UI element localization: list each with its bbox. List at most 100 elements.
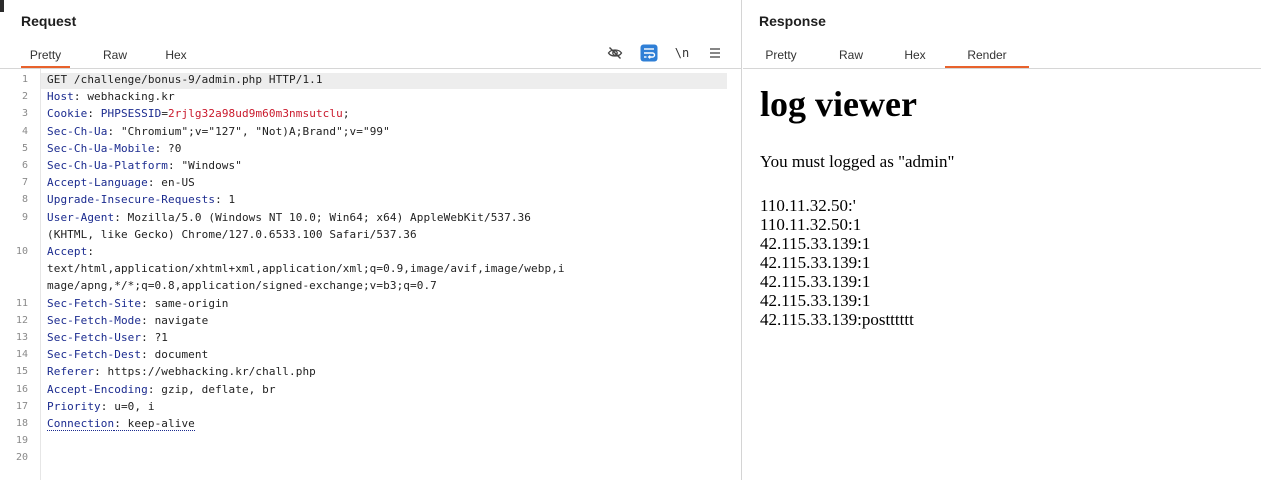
code-line: text/html,application/xhtml+xml,applicat… xyxy=(47,262,565,275)
code-text: : Mozilla/5.0 (Windows NT 10.0; Win64; x… xyxy=(114,210,532,224)
line-number: 19 xyxy=(15,435,28,447)
request-pane: Request Pretty Raw Hex \n 1 GET /challen… xyxy=(0,0,741,480)
code-line: Sec-Ch-Ua: "Chromium";v="127", "Not)A;Br… xyxy=(47,125,390,138)
code-line: Accept-Language: en-US xyxy=(47,176,195,189)
wrap-lines-icon[interactable] xyxy=(639,44,659,62)
log-entry: 42.115.33.139:1 xyxy=(760,253,871,272)
code-text: : xyxy=(87,245,95,258)
line-number: 6 xyxy=(21,160,28,171)
code-text: : navigate xyxy=(141,313,209,327)
line-number: 2 xyxy=(21,91,28,103)
line-number: 8 xyxy=(21,194,28,206)
code-text: GET /challenge/bonus-9/admin.php HTTP/1.… xyxy=(47,73,323,86)
code-text: : gzip, deflate, br xyxy=(147,382,276,396)
code-line: (KHTML, like Gecko) Chrome/127.0.6533.10… xyxy=(47,228,417,241)
request-tab-raw[interactable]: Raw xyxy=(93,46,137,68)
line-number: 3 xyxy=(21,108,28,120)
code-text: mage/apng,*/*;q=0.8,application/signed-e… xyxy=(47,279,437,293)
header-name: Sec-Fetch-Dest xyxy=(47,348,142,362)
newline-toggle-button[interactable]: \n xyxy=(673,44,691,62)
code-text: : https://webhacking.kr/chall.php xyxy=(94,365,316,379)
eye-slash-icon[interactable] xyxy=(606,44,624,62)
request-title: Request xyxy=(21,13,77,29)
line-number: 17 xyxy=(15,400,28,412)
response-tab-pretty[interactable]: Pretty xyxy=(758,46,804,68)
code-text: (KHTML, like Gecko) Chrome/127.0.6533.10… xyxy=(47,227,417,241)
code-line: GET /challenge/bonus-9/admin.php HTTP/1.… xyxy=(47,73,323,86)
request-tab-pretty[interactable]: Pretty xyxy=(21,46,70,68)
log-entry: 42.115.33.139:1 xyxy=(760,234,871,253)
code-text: : en-US xyxy=(147,176,195,190)
log-entry: 42.115.33.139:1 xyxy=(760,272,871,291)
code-line: Sec-Fetch-User: ?1 xyxy=(47,331,168,344)
line-number: 7 xyxy=(21,177,28,189)
render-heading: log viewer xyxy=(760,84,917,124)
log-entry: 110.11.32.50:1 xyxy=(760,215,862,234)
code-text: : same-origin xyxy=(141,296,229,310)
header-name: Accept-Encoding xyxy=(47,382,148,396)
header-name: Cookie xyxy=(47,107,88,121)
code-text: : ?1 xyxy=(141,331,169,344)
header-name: Sec-Ch-Ua-Platform xyxy=(47,159,169,172)
pane-divider[interactable] xyxy=(741,0,742,480)
cookie-value: 2rjlg32a98ud9m60m3nmsutclu xyxy=(168,107,343,121)
code-text: : 1 xyxy=(215,193,236,207)
header-name: PHPSESSID xyxy=(100,107,162,121)
code-line: Sec-Ch-Ua-Platform: "Windows" xyxy=(47,159,242,172)
response-tabs: Pretty Raw Hex Render xyxy=(743,44,1261,69)
response-title: Response xyxy=(759,13,826,29)
header-name: Sec-Fetch-Mode xyxy=(47,313,142,327)
line-number: 14 xyxy=(15,349,28,361)
code-text: : xyxy=(87,107,101,121)
line-number: 9 xyxy=(21,211,28,223)
log-entry: 42.115.33.139:1 xyxy=(760,291,871,310)
render-message: You must logged as "admin" xyxy=(760,152,955,171)
header-name: Host xyxy=(47,90,74,104)
log-entry: 42.115.33.139:postttttt xyxy=(760,310,914,329)
code-text: : "Windows" xyxy=(168,159,242,172)
line-number: 16 xyxy=(15,383,28,395)
hamburger-menu-icon[interactable] xyxy=(706,44,724,62)
code-line: Cookie: PHPSESSID=2rjlg32a98ud9m60m3nmsu… xyxy=(47,107,350,120)
code-line: Sec-Fetch-Mode: navigate xyxy=(47,314,208,327)
code-line: mage/apng,*/*;q=0.8,application/signed-e… xyxy=(47,279,437,292)
response-tab-hex[interactable]: Hex xyxy=(893,46,937,68)
response-pane: Response Pretty Raw Hex Render log viewe… xyxy=(743,0,1261,480)
response-tab-render[interactable]: Render xyxy=(945,46,1029,68)
code-text: : u=0, i xyxy=(100,399,155,413)
header-name: Accept xyxy=(47,245,88,258)
header-name: Sec-Ch-Ua xyxy=(47,124,108,138)
render-log-list: 110.11.32.50:' 110.11.32.50:1 42.115.33.… xyxy=(760,196,914,329)
line-number: 13 xyxy=(15,332,28,343)
line-number: 12 xyxy=(15,314,28,326)
request-tab-hex[interactable]: Hex xyxy=(154,46,198,68)
line-number: 20 xyxy=(15,452,28,464)
header-name: Connection xyxy=(47,417,115,431)
line-number: 11 xyxy=(15,297,28,309)
line-number: 1 xyxy=(21,74,28,85)
header-name: Upgrade-Insecure-Requests xyxy=(47,193,216,207)
header-name: Sec-Fetch-User xyxy=(47,331,142,344)
request-tabs: Pretty Raw Hex xyxy=(0,44,741,69)
line-number: 18 xyxy=(15,418,28,429)
code-line: Sec-Fetch-Dest: document xyxy=(47,348,208,361)
code-text: : "Chromium";v="127", "Not)A;Brand";v="9… xyxy=(107,124,390,138)
header-name: Sec-Fetch-Site xyxy=(47,296,142,310)
code-line: Sec-Fetch-Site: same-origin xyxy=(47,297,229,310)
code-text: : keep-alive xyxy=(114,417,195,431)
code-text: : ?0 xyxy=(154,141,182,155)
header-name: User-Agent xyxy=(47,210,115,224)
code-text: : webhacking.kr xyxy=(73,90,175,104)
code-line: Host: webhacking.kr xyxy=(47,90,175,103)
response-tab-raw[interactable]: Raw xyxy=(829,46,873,68)
code-text: text/html,application/xhtml+xml,applicat… xyxy=(47,262,565,276)
header-name: Priority xyxy=(47,399,101,413)
request-editor[interactable]: 1 GET /challenge/bonus-9/admin.php HTTP/1… xyxy=(0,69,741,480)
code-line: Sec-Ch-Ua-Mobile: ?0 xyxy=(47,142,181,155)
header-name: Accept-Language xyxy=(47,176,148,190)
code-line: Accept: xyxy=(47,245,94,258)
header-name: Sec-Ch-Ua-Mobile xyxy=(47,141,155,155)
code-line: Connection: keep-alive xyxy=(47,417,195,431)
code-line: Accept-Encoding: gzip, deflate, br xyxy=(47,383,276,396)
code-line: Referer: https://webhacking.kr/chall.php xyxy=(47,365,316,378)
